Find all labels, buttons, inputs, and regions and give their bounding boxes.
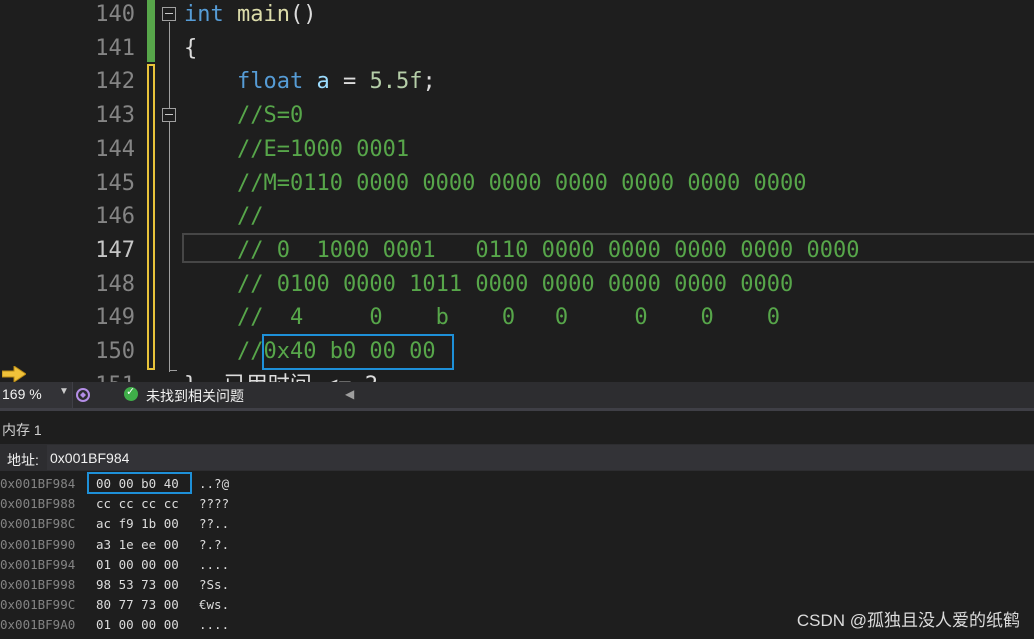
code-token: //S=0	[184, 103, 304, 129]
memory-address: 0x001BF998	[0, 577, 76, 592]
code-token: // 0 1000 0001 0110 0000 0000 0000 0000 …	[184, 237, 860, 263]
memory-ascii: ??..	[199, 516, 230, 532]
address-label: 地址:	[7, 452, 39, 468]
memory-address: 0x001BF98C	[0, 516, 76, 532]
code-line: //S=0	[184, 99, 303, 133]
line-number: 147	[95, 237, 135, 263]
code-token: {	[184, 35, 198, 61]
code-line: int main()	[184, 0, 316, 32]
code-token: main	[237, 2, 290, 27]
line-number: 151	[33, 369, 135, 382]
fold-guide	[169, 122, 170, 372]
memory-ascii: ....	[199, 556, 230, 572]
code-line: } 已用时间 <= 2	[184, 369, 378, 382]
memory-address: 0x001BF994	[0, 556, 76, 572]
memory-bytes: 01 00 00 00	[96, 617, 179, 633]
line-number: 141	[95, 35, 135, 61]
memory-bytes: 01 00 00 00	[96, 556, 179, 572]
memory-address: 0x001BF988	[0, 496, 76, 512]
fold-end-tick	[169, 370, 177, 371]
code-line: // 4 0 b 0 0 0 0 0	[184, 301, 780, 335]
code-token: int	[184, 2, 224, 27]
address-bar: 地址:	[0, 444, 1034, 471]
code-token: 5.5f	[369, 69, 423, 95]
code-token: //M=0110 0000 0000 0000 0000 0000 0000 0…	[184, 170, 807, 196]
unsaved-change-bar	[147, 64, 155, 370]
address-input[interactable]	[47, 445, 1034, 470]
memory-address: 0x001BF9A0	[0, 617, 76, 633]
code-line: {	[184, 32, 197, 66]
memory-ascii: ????	[199, 496, 230, 512]
code-token: //E=1000 0001	[184, 136, 410, 162]
code-editor[interactable]: 140 141 142 143 144 145 146 147 148 149 150 151 int…	[0, 0, 1034, 382]
code-line: // 0100 0000 1011 0000 0000 0000 0000 00…	[184, 268, 793, 302]
line-number: 144	[95, 136, 135, 162]
code-token: a	[316, 69, 330, 95]
memory-window-title: 内存 1	[2, 422, 42, 438]
memory-bytes: 98 53 73 00	[96, 577, 179, 592]
code-line: //M=0110 0000 0000 0000 0000 0000 0000 0…	[184, 167, 807, 201]
editor-status-bar: 169 % ▼ 未找到相关问题 ◀	[0, 382, 1034, 408]
next-statement-arrow-icon	[2, 366, 26, 382]
memory-ascii: ?Ss.	[199, 577, 230, 592]
line-number: 142	[95, 69, 135, 95]
line-number: 149	[95, 305, 135, 331]
issues-status-text[interactable]: 未找到相关问题	[146, 386, 244, 406]
code-token: =	[329, 69, 370, 95]
code-token: ;	[422, 69, 436, 95]
collapse-toggle-main[interactable]	[162, 7, 176, 21]
memory-ascii: ..?@	[199, 476, 230, 491]
zoom-dropdown[interactable]: 169 % ▼	[0, 382, 73, 408]
line-number: 146	[95, 204, 135, 230]
chevron-down-icon: ▼	[59, 386, 69, 397]
collapse-toggle-comments[interactable]	[162, 108, 176, 122]
memory-address: 0x001BF984	[0, 476, 76, 491]
check-circle-icon	[124, 385, 138, 401]
line-number: 148	[95, 271, 135, 297]
saved-change-bar	[147, 0, 155, 62]
code-token: ()	[289, 2, 317, 27]
horizontal-scrollbar[interactable]	[360, 387, 1034, 403]
line-number-column: 140 141 142 143 144 145 146 147 148 149 150 151	[33, 0, 143, 382]
scroll-left-arrow-icon[interactable]: ◀	[345, 387, 354, 401]
fold-guide	[169, 22, 170, 108]
watermark: CSDN @孤独且没人爱的纸鹤	[796, 611, 1020, 630]
memory-bytes: ac f9 1b 00	[96, 516, 179, 532]
memory-address: 0x001BF99C	[0, 597, 76, 613]
memory-address: 0x001BF990	[0, 536, 76, 552]
code-token: } 已用时间 <= 2	[184, 373, 378, 382]
line-number: 140	[95, 2, 135, 27]
code-line: //E=1000 0001	[184, 133, 409, 167]
memory-bytes: a3 1e ee 00	[96, 536, 179, 552]
memory-ascii: €ws.	[199, 597, 230, 613]
code-line: float a = 5.5f;	[184, 65, 436, 99]
code-token: // 0100 0000 1011 0000 0000 0000 0000 00…	[184, 271, 794, 297]
panel-divider[interactable]	[0, 408, 1034, 411]
code-line: //	[184, 200, 264, 234]
memory-bytes: cc cc cc cc	[96, 496, 179, 512]
line-number: 145	[95, 170, 135, 196]
intellicode-icon[interactable]	[74, 386, 92, 404]
memory-bytes-highlight	[87, 472, 192, 494]
code-token: // 4 0 b 0 0 0 0 0	[184, 305, 781, 331]
code-line: // 0 1000 0001 0110 0000 0000 0000 0000 …	[184, 234, 860, 268]
hex-annotation-highlight	[262, 334, 454, 370]
line-number: 143	[95, 103, 135, 129]
line-number: 150	[95, 339, 135, 364]
memory-bytes: 80 77 73 00	[96, 597, 179, 613]
code-token: //	[184, 204, 264, 230]
memory-ascii: ....	[199, 617, 230, 633]
code-token: float	[236, 69, 304, 95]
memory-ascii: ?.?.	[199, 536, 230, 552]
zoom-value: 169 %	[2, 386, 42, 402]
glyph-margin	[0, 0, 33, 382]
